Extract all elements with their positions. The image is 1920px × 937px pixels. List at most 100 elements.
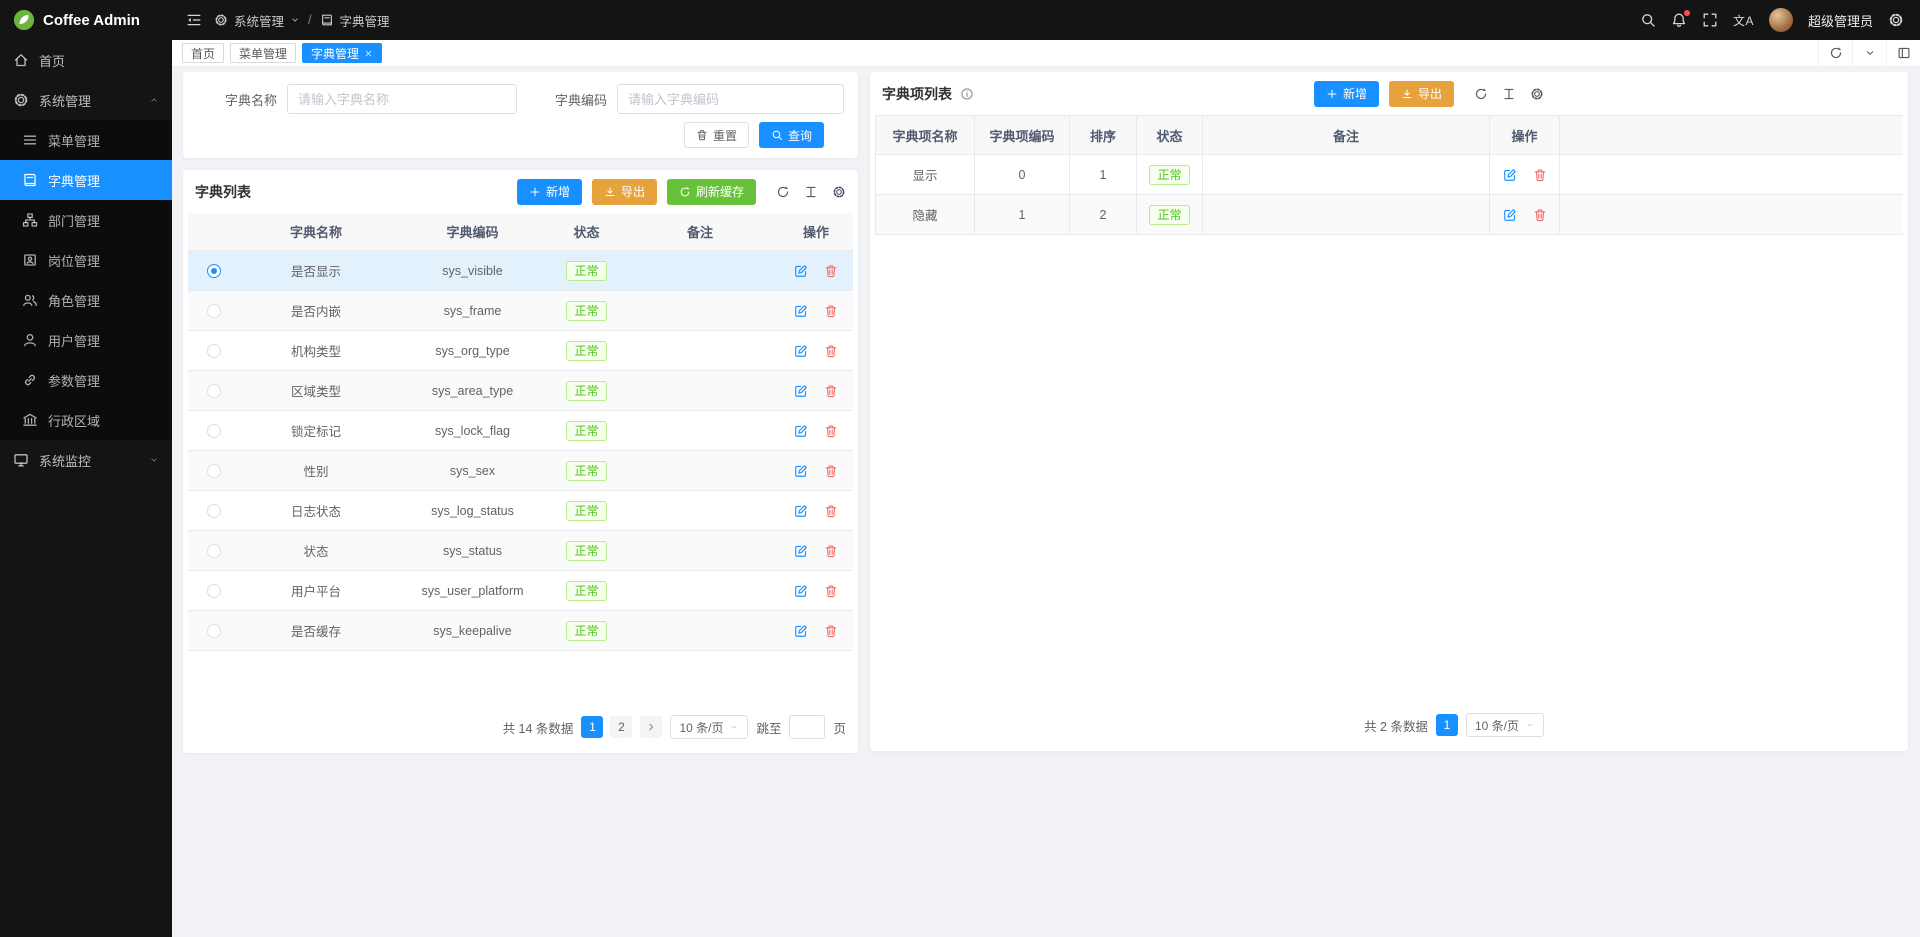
avatar[interactable]: [1769, 8, 1793, 32]
sidebar-item-role-mgmt[interactable]: 角色管理: [0, 280, 172, 320]
delete-icon[interactable]: [824, 424, 838, 438]
tab[interactable]: 首页: [182, 43, 224, 63]
column-header: 字典项编码: [975, 116, 1070, 154]
row-radio[interactable]: [207, 344, 221, 358]
delete-icon[interactable]: [824, 464, 838, 478]
edit-icon[interactable]: [794, 504, 808, 518]
page-button[interactable]: 2: [610, 716, 632, 738]
density-icon[interactable]: [1502, 87, 1516, 101]
row-radio[interactable]: [207, 544, 221, 558]
dict-table-row[interactable]: 状态 sys_status 正常: [188, 531, 853, 571]
info-icon[interactable]: [960, 87, 974, 101]
dict-table-row[interactable]: 用户平台 sys_user_platform 正常: [188, 571, 853, 611]
app-logo[interactable]: Coffee Admin: [0, 0, 172, 40]
export-item-button[interactable]: 导出: [1389, 81, 1454, 107]
close-icon[interactable]: [364, 49, 373, 58]
sidebar-item-dict-mgmt[interactable]: 字典管理: [0, 160, 172, 200]
edit-icon[interactable]: [794, 584, 808, 598]
tab-actions-dropdown-icon[interactable]: [1852, 40, 1886, 66]
delete-icon[interactable]: [824, 544, 838, 558]
delete-icon[interactable]: [824, 304, 838, 318]
refresh-cache-button[interactable]: 刷新缓存: [667, 179, 756, 205]
edit-icon[interactable]: [794, 384, 808, 398]
page-size-select[interactable]: 10 条/页: [1466, 713, 1544, 737]
tab[interactable]: 字典管理: [302, 43, 382, 63]
edit-icon[interactable]: [794, 464, 808, 478]
edit-icon[interactable]: [794, 424, 808, 438]
sidebar-item-param-mgmt[interactable]: 参数管理: [0, 360, 172, 400]
bell-icon[interactable]: [1671, 12, 1687, 28]
row-radio[interactable]: [207, 504, 221, 518]
refresh-table-icon[interactable]: [1474, 87, 1488, 101]
delete-icon[interactable]: [824, 264, 838, 278]
breadcrumb-separator: /: [308, 13, 311, 27]
delete-icon[interactable]: [824, 584, 838, 598]
row-radio[interactable]: [207, 384, 221, 398]
query-button[interactable]: 查询: [759, 122, 824, 148]
refresh-table-icon[interactable]: [776, 185, 790, 199]
row-radio[interactable]: [207, 584, 221, 598]
column-settings-gear-icon[interactable]: [1530, 87, 1544, 101]
tab[interactable]: 菜单管理: [230, 43, 296, 63]
settings-gear-icon[interactable]: [1888, 12, 1904, 28]
dict-table-row[interactable]: 锁定标记 sys_lock_flag 正常: [188, 411, 853, 451]
dict-table-row[interactable]: 是否缓存 sys_keepalive 正常: [188, 611, 853, 651]
menu-fold-icon[interactable]: [186, 12, 202, 28]
dict-item-table-row[interactable]: 显示 0 1 正常: [875, 155, 1903, 195]
dict-name-input[interactable]: [287, 84, 517, 114]
refresh-icon[interactable]: [1818, 40, 1852, 66]
add-item-button[interactable]: 新增: [1314, 81, 1379, 107]
row-radio[interactable]: [207, 304, 221, 318]
row-radio[interactable]: [207, 464, 221, 478]
sidebar-item-system-mgmt[interactable]: 系统管理: [0, 80, 172, 120]
row-radio[interactable]: [207, 264, 221, 278]
edit-icon[interactable]: [794, 624, 808, 638]
delete-icon[interactable]: [1533, 208, 1547, 222]
sidebar-item-user-mgmt[interactable]: 用户管理: [0, 320, 172, 360]
density-icon[interactable]: [804, 185, 818, 199]
edit-icon[interactable]: [1503, 168, 1517, 182]
dict-table-row[interactable]: 性别 sys_sex 正常: [188, 451, 853, 491]
dict-table-row[interactable]: 是否显示 sys_visible 正常: [188, 251, 853, 291]
sidebar-item-dept-mgmt[interactable]: 部门管理: [0, 200, 172, 240]
jump-page-input[interactable]: [789, 715, 825, 739]
delete-icon[interactable]: [824, 344, 838, 358]
edit-icon[interactable]: [794, 544, 808, 558]
translate-icon[interactable]: 文A: [1733, 12, 1754, 29]
delete-icon[interactable]: [824, 624, 838, 638]
sidebar-item-system-monitor[interactable]: 系统监控: [0, 440, 172, 480]
dict-table-row[interactable]: 日志状态 sys_log_status 正常: [188, 491, 853, 531]
dict-code-input[interactable]: [617, 84, 844, 114]
breadcrumb-level1[interactable]: 系统管理: [234, 11, 284, 30]
edit-icon[interactable]: [794, 264, 808, 278]
row-radio[interactable]: [207, 424, 221, 438]
dict-table-row[interactable]: 机构类型 sys_org_type 正常: [188, 331, 853, 371]
delete-icon[interactable]: [824, 504, 838, 518]
sidebar-item-home[interactable]: 首页: [0, 40, 172, 80]
export-button[interactable]: 导出: [592, 179, 657, 205]
page-size-select[interactable]: 10 条/页: [670, 715, 748, 739]
edit-icon[interactable]: [794, 344, 808, 358]
sidebar-item-region-mgmt[interactable]: 行政区域: [0, 400, 172, 440]
user-name[interactable]: 超级管理员: [1808, 11, 1873, 30]
edit-icon[interactable]: [794, 304, 808, 318]
row-radio[interactable]: [207, 624, 221, 638]
sidebar-item-menu-mgmt[interactable]: 菜单管理: [0, 120, 172, 160]
page-button[interactable]: 1: [581, 716, 603, 738]
sidebar-item-post-mgmt[interactable]: 岗位管理: [0, 240, 172, 280]
dict-item-table-row[interactable]: 隐藏 1 2 正常: [875, 195, 1903, 235]
edit-icon[interactable]: [1503, 208, 1517, 222]
dict-table-row[interactable]: 是否内嵌 sys_frame 正常: [188, 291, 853, 331]
page-button[interactable]: 1: [1436, 714, 1458, 736]
fullscreen-icon[interactable]: [1702, 12, 1718, 28]
delete-icon[interactable]: [1533, 168, 1547, 182]
reset-button[interactable]: 重置: [684, 122, 749, 148]
search-icon[interactable]: [1640, 12, 1656, 28]
pagination-total: 共 14 条数据: [503, 718, 574, 737]
delete-icon[interactable]: [824, 384, 838, 398]
column-settings-gear-icon[interactable]: [832, 185, 846, 199]
next-page-button[interactable]: [640, 716, 662, 738]
content-fullscreen-icon[interactable]: [1886, 40, 1920, 66]
dict-table-row[interactable]: 区域类型 sys_area_type 正常: [188, 371, 853, 411]
add-button[interactable]: 新增: [517, 179, 582, 205]
